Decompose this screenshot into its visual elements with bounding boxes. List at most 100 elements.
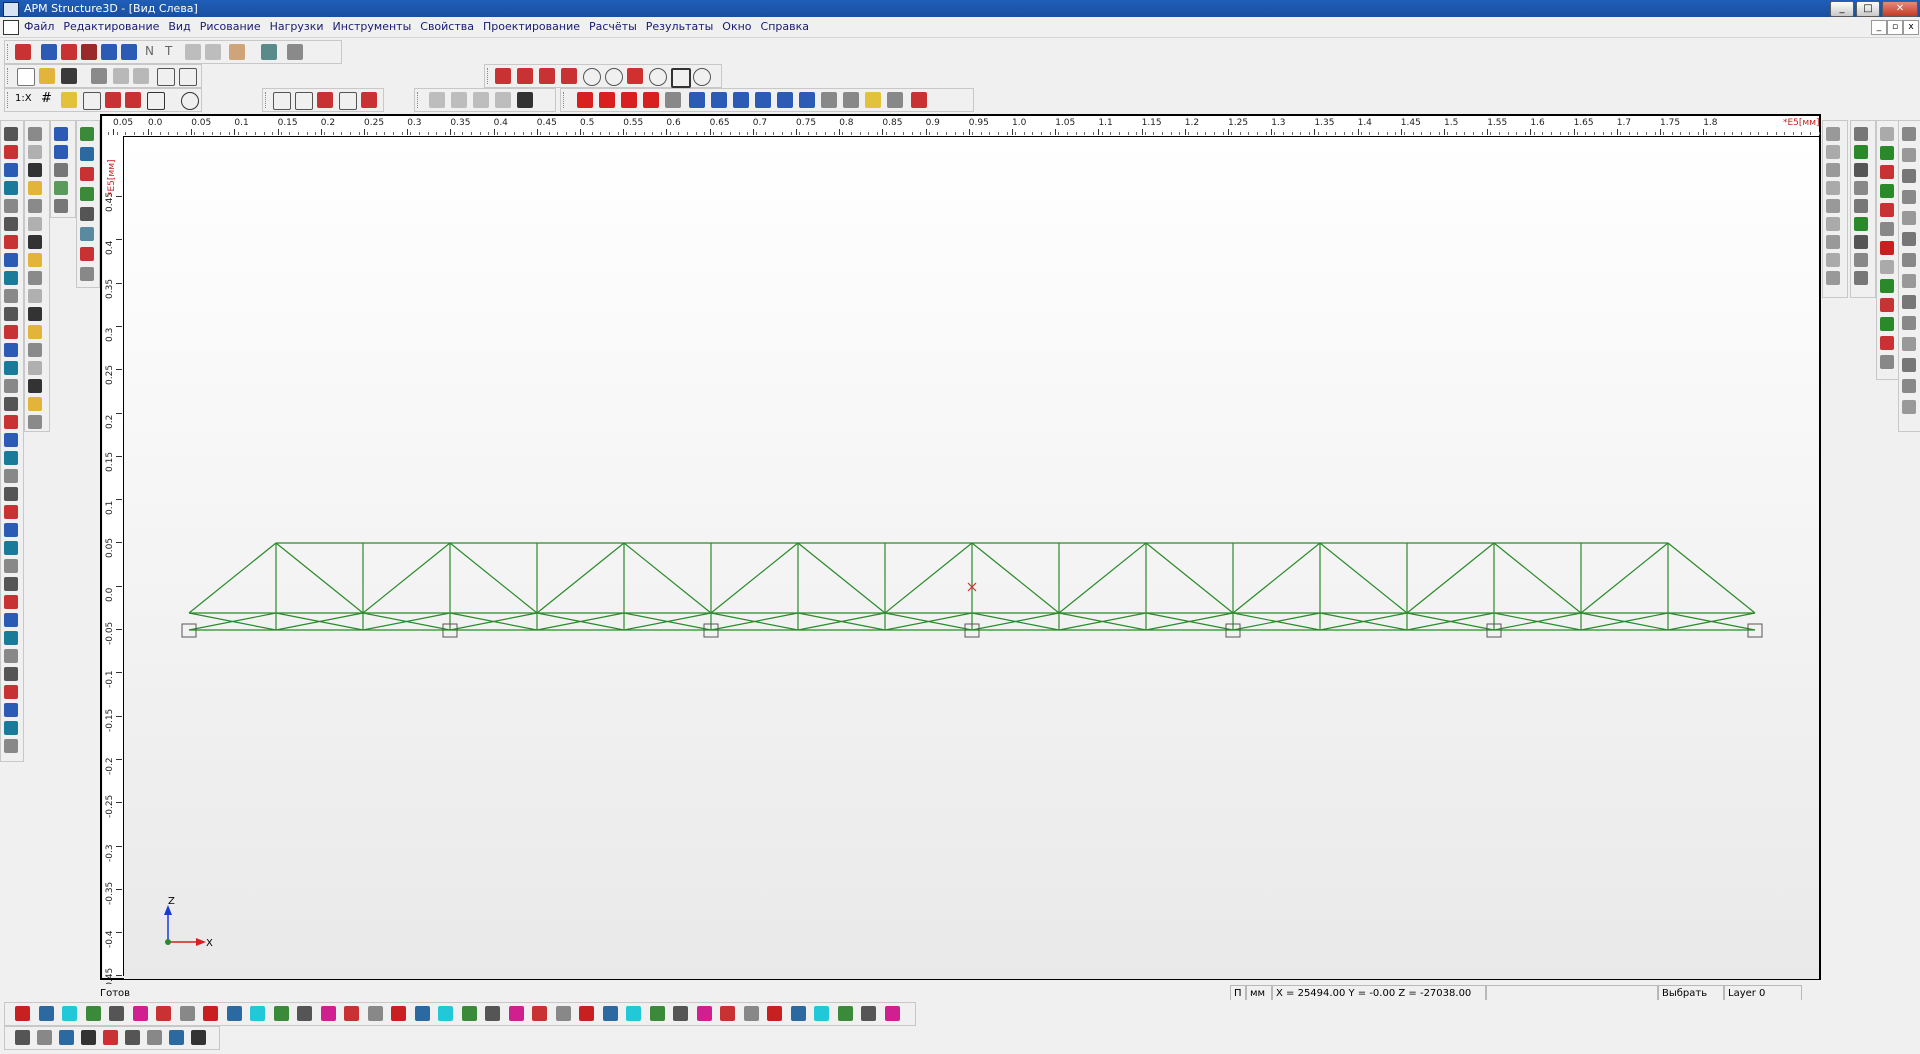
save-icon[interactable] <box>61 68 77 84</box>
zoom-axis4-icon[interactable] <box>561 68 577 84</box>
righttb2-tool-icon[interactable] <box>1854 235 1868 249</box>
load-icon[interactable] <box>61 44 77 60</box>
truss-end-diagonal[interactable] <box>188 542 277 614</box>
righttb2-tool-icon[interactable] <box>1854 253 1868 267</box>
rotate-icon[interactable] <box>693 68 711 86</box>
T-label[interactable]: T <box>165 44 172 58</box>
righttb4-tool-icon[interactable] <box>1902 295 1916 309</box>
bt1-tool-icon[interactable] <box>767 1006 782 1021</box>
zoom-out-icon[interactable] <box>605 68 623 86</box>
stack-icon[interactable] <box>339 92 357 110</box>
model-canvas[interactable]: ZX <box>124 137 1819 979</box>
lefttb4-tool-icon[interactable] <box>80 167 94 181</box>
bt1-tool-icon[interactable] <box>367 1006 383 1021</box>
righttb3-tool-icon[interactable] <box>1880 355 1894 369</box>
close-button[interactable]: ✕ <box>1882 1 1918 17</box>
lefttb1-tool-icon[interactable] <box>4 145 18 159</box>
rigid-icon[interactable] <box>361 92 377 108</box>
bt1-tool-icon[interactable] <box>438 1006 453 1021</box>
lefttb1-tool-icon[interactable] <box>4 217 18 231</box>
support-icon[interactable] <box>101 44 117 60</box>
menu-item-10[interactable]: Окно <box>722 20 751 33</box>
truss-diagonal[interactable] <box>1232 542 1321 614</box>
righttb4-tool-icon[interactable] <box>1902 379 1916 393</box>
node-icon[interactable] <box>105 92 121 108</box>
bt1-tool-icon[interactable] <box>132 1006 148 1021</box>
lefttb4-tool-icon[interactable] <box>80 227 94 241</box>
lefttb1-tool-icon[interactable] <box>4 487 18 501</box>
lefttb1-tool-icon[interactable] <box>4 163 18 177</box>
bt2-tool-icon[interactable] <box>125 1030 140 1045</box>
righttb2-tool-icon[interactable] <box>1854 217 1868 231</box>
bt1-tool-icon[interactable] <box>226 1006 242 1021</box>
bt1-tool-icon[interactable] <box>38 1006 54 1021</box>
edit-icon[interactable] <box>205 44 221 60</box>
menu-item-9[interactable]: Результаты <box>646 20 714 33</box>
bt2-tool-icon[interactable] <box>81 1030 96 1045</box>
menu-item-2[interactable]: Вид <box>168 20 190 33</box>
lcs-icon[interactable] <box>273 92 291 110</box>
menu-item-5[interactable]: Инструменты <box>333 20 412 33</box>
member-icon[interactable] <box>125 92 141 108</box>
righttb4-tool-icon[interactable] <box>1902 274 1916 288</box>
righttb1-tool-icon[interactable] <box>1826 127 1840 141</box>
lefttb1-tool-icon[interactable] <box>4 127 18 141</box>
righttb2-tool-icon[interactable] <box>1854 181 1868 195</box>
new-file-icon[interactable] <box>17 68 35 86</box>
force-icon[interactable] <box>81 44 97 60</box>
app-icon[interactable] <box>3 2 19 17</box>
lefttb2-tool-icon[interactable] <box>28 217 42 231</box>
lefttb2-tool-icon[interactable] <box>28 235 42 249</box>
righttb2-tool-icon[interactable] <box>1854 145 1868 159</box>
menu-item-8[interactable]: Расчёты <box>589 20 637 33</box>
truss-diagonal[interactable] <box>623 542 712 614</box>
righttb2-tool-icon[interactable] <box>1854 199 1868 213</box>
status-unit[interactable]: мм <box>1246 985 1272 1001</box>
bt1-tool-icon[interactable] <box>837 1006 853 1021</box>
truss-end-diagonal[interactable] <box>1667 542 1756 614</box>
undo-icon[interactable] <box>157 68 175 86</box>
lefttb2-tool-icon[interactable] <box>28 253 42 267</box>
righttb4-tool-icon[interactable] <box>1902 232 1916 246</box>
bt1-tool-icon[interactable] <box>273 1006 289 1021</box>
cursor-snap-icon[interactable] <box>83 92 101 110</box>
N-label[interactable]: N <box>145 44 154 58</box>
bt1-tool-icon[interactable] <box>861 1006 876 1021</box>
lefttb1-tool-icon[interactable] <box>4 541 18 555</box>
righttb4-tool-icon[interactable] <box>1902 337 1916 351</box>
bt1-tool-icon[interactable] <box>297 1006 312 1021</box>
righttb2-tool-icon[interactable] <box>1854 271 1868 285</box>
truss-diagonal[interactable] <box>449 542 538 614</box>
righttb3-tool-icon[interactable] <box>1880 222 1894 236</box>
truss-diagonal[interactable] <box>884 542 973 614</box>
bt1-tool-icon[interactable] <box>344 1006 359 1021</box>
righttb4-tool-icon[interactable] <box>1902 253 1916 267</box>
display-icon[interactable] <box>429 92 445 108</box>
righttb3-tool-icon[interactable] <box>1880 165 1894 179</box>
lefttb2-tool-icon[interactable] <box>28 361 42 375</box>
lefttb1-tool-icon[interactable] <box>4 595 18 609</box>
bt1-tool-icon[interactable] <box>555 1006 571 1021</box>
righttb3-tool-icon[interactable] <box>1880 203 1894 217</box>
fix-icon[interactable] <box>689 92 705 108</box>
bt1-tool-icon[interactable] <box>508 1006 524 1021</box>
result-icon[interactable] <box>911 92 927 108</box>
bt2-tool-icon[interactable] <box>59 1030 74 1045</box>
lefttb1-tool-icon[interactable] <box>4 685 18 699</box>
mesh-icon[interactable] <box>41 44 57 60</box>
lefttb1-tool-icon[interactable] <box>4 289 18 303</box>
lefttb3-tool-icon[interactable] <box>54 127 68 141</box>
righttb1-tool-icon[interactable] <box>1826 271 1840 285</box>
lefttb1-tool-icon[interactable] <box>4 397 18 411</box>
crosshair-icon[interactable] <box>147 92 165 110</box>
lefttb1-tool-icon[interactable] <box>4 235 18 249</box>
lefttb2-tool-icon[interactable] <box>28 289 42 303</box>
righttb4-tool-icon[interactable] <box>1902 316 1916 330</box>
bt1-tool-icon[interactable] <box>320 1006 336 1021</box>
zoom-in-icon[interactable] <box>583 68 601 86</box>
bt1-tool-icon[interactable] <box>696 1006 712 1021</box>
fix6-icon[interactable] <box>799 92 815 108</box>
pencil-icon[interactable] <box>185 44 201 60</box>
bt1-tool-icon[interactable] <box>179 1006 195 1021</box>
righttb1-tool-icon[interactable] <box>1826 235 1840 249</box>
